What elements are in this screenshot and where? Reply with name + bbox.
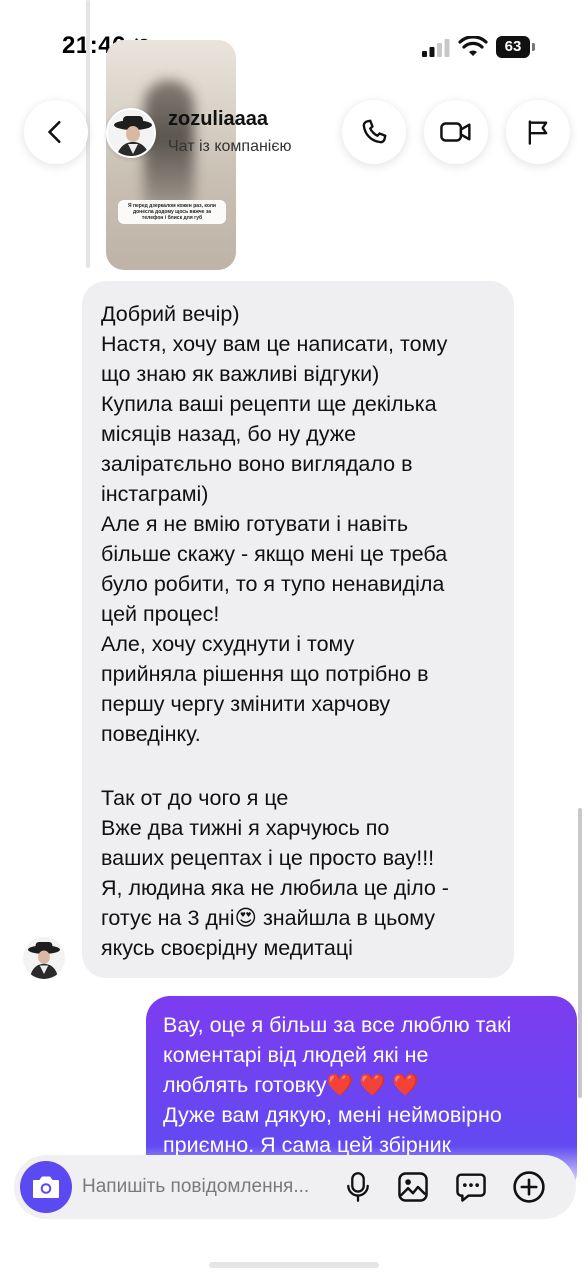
sticker-icon <box>456 1173 486 1202</box>
contact-subtitle: Чат із компанією <box>168 138 292 155</box>
avatar-image <box>23 937 65 979</box>
message-composer <box>14 1155 576 1219</box>
voice-message-button[interactable] <box>340 1169 376 1205</box>
message-paragraph: Вже два тижні я харчуюсь по ваших рецепт… <box>101 816 435 870</box>
incoming-message[interactable]: Добрий вечір) Настя, хочу вам це написат… <box>82 281 514 978</box>
message-paragraph: Так от до чого я це <box>101 786 289 810</box>
message-paragraph: Добрий вечір) <box>101 302 240 326</box>
message-paragraph <box>101 749 496 783</box>
flag-icon <box>528 120 548 145</box>
back-arrow-icon <box>48 120 61 144</box>
microphone-icon <box>347 1172 369 1202</box>
cellular-signal-icon <box>422 39 450 57</box>
more-options-button[interactable] <box>511 1169 547 1205</box>
call-button[interactable] <box>342 100 406 164</box>
message-paragraph: Але, хочу схуднути і тому прийняла рішен… <box>101 632 429 746</box>
video-call-button[interactable] <box>424 100 488 164</box>
sender-avatar[interactable] <box>23 937 65 979</box>
plus-icon <box>513 1171 545 1203</box>
home-indicator <box>209 1262 379 1268</box>
message-paragraph: Я, людина яка не любила це діло - готує … <box>101 876 449 960</box>
contact-name[interactable]: zozuliaaaa <box>168 108 268 131</box>
message-input[interactable] <box>82 1172 342 1202</box>
message-paragraph: Але я не вмію готувати і навіть більше с… <box>101 512 448 626</box>
phone-icon <box>362 119 387 144</box>
battery-level: 63 <box>496 36 530 58</box>
gallery-button[interactable] <box>395 1169 431 1205</box>
wifi-icon <box>458 36 488 56</box>
camera-button[interactable] <box>20 1161 72 1213</box>
message-paragraph: Настя, хочу вам це написати, тому що зна… <box>101 332 448 386</box>
contact-avatar[interactable] <box>106 108 156 158</box>
video-camera-icon <box>440 122 471 142</box>
message-paragraph: Вау, оце я більш за все люблю такі комен… <box>163 1013 512 1097</box>
sticker-button[interactable] <box>453 1169 489 1205</box>
report-button[interactable] <box>506 100 570 164</box>
message-paragraph: Купила ваші рецепти ще декілька місяців … <box>101 392 437 506</box>
camera-icon <box>33 1176 59 1198</box>
story-caption: Я перед дзеркалом кожен раз, коли донесл… <box>118 200 226 224</box>
scrollbar[interactable] <box>578 808 582 1098</box>
gallery-icon <box>398 1172 428 1202</box>
battery-icon: 63 <box>496 36 536 58</box>
back-button[interactable] <box>24 100 88 164</box>
